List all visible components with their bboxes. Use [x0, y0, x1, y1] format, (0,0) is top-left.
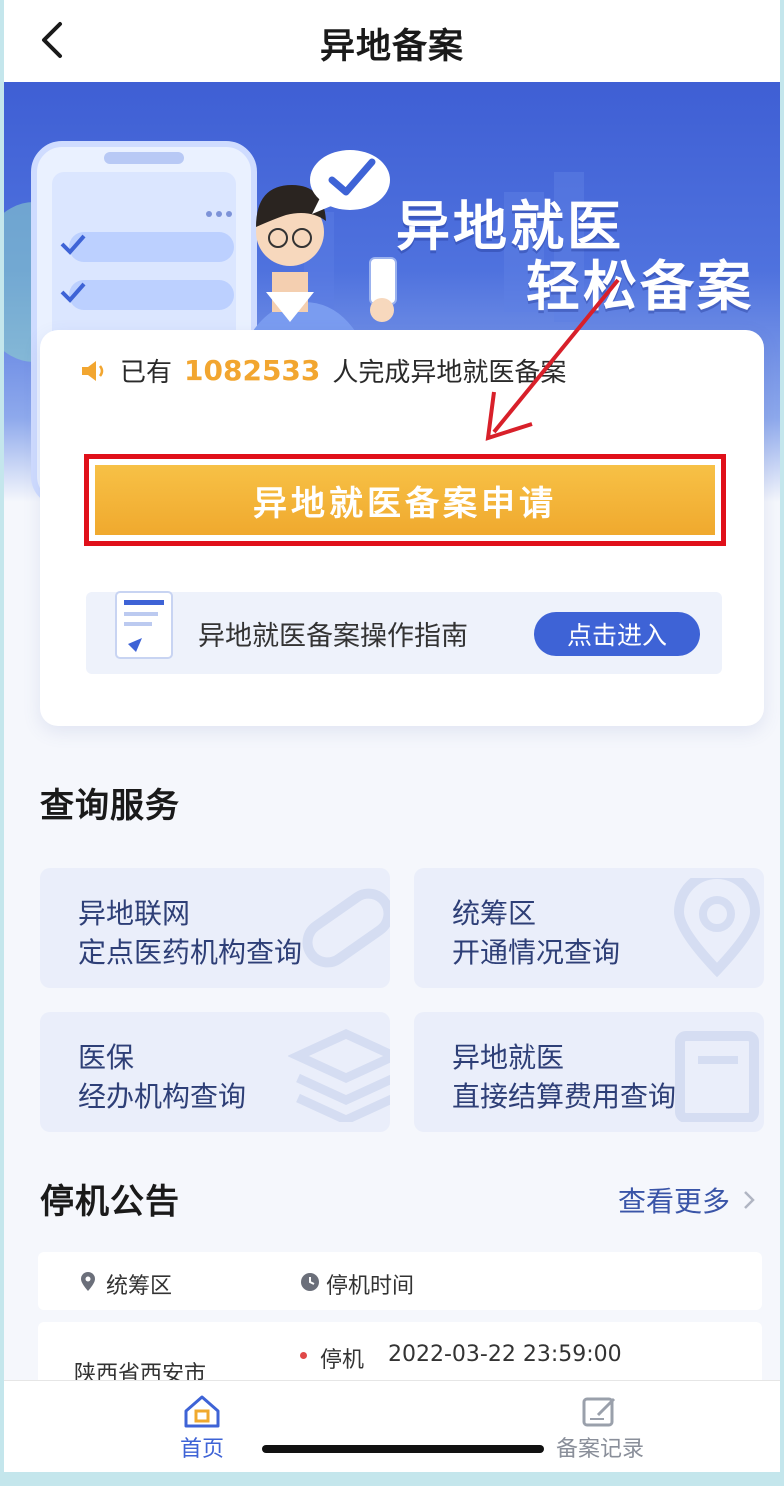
receipt-icon — [675, 1031, 759, 1122]
home-icon — [184, 1395, 220, 1428]
location-pin-icon — [81, 1272, 95, 1291]
service-line1: 统筹区 — [452, 897, 537, 930]
service-line2: 经办机构查询 — [78, 1080, 247, 1113]
document-icon — [115, 591, 173, 659]
chevron-right-icon — [744, 1191, 755, 1209]
speaker-icon — [82, 360, 104, 381]
tab-home[interactable]: 首页 — [142, 1393, 262, 1463]
status-dot — [300, 1352, 307, 1359]
tab-home-label: 首页 — [179, 1437, 224, 1462]
nav-bar: 异地备案 — [4, 0, 780, 82]
guide-banner[interactable]: 异地就医备案操作指南 点击进入 — [86, 591, 722, 674]
row-time: 2022-03-22 23:59:00 — [388, 1342, 622, 1367]
guide-text: 异地就医备案操作指南 — [198, 621, 468, 652]
view-more-link[interactable]: 查看更多 — [618, 1180, 756, 1220]
notice-prefix: 已有 — [120, 358, 173, 388]
service-settlement-fees[interactable]: 异地就医 直接结算费用查询 — [414, 1012, 764, 1132]
tab-records-label: 备案记录 — [555, 1437, 644, 1462]
outage-section-title: 停机公告 — [40, 1182, 180, 1222]
col-region: 统筹区 — [106, 1274, 173, 1299]
edit-record-icon — [582, 1397, 616, 1427]
pill-icon — [302, 888, 390, 968]
notice-count: 1082533 — [184, 354, 321, 387]
clock-icon — [301, 1273, 319, 1291]
service-line1: 异地就医 — [452, 1041, 565, 1074]
tab-bar: 首页 备案记录 — [4, 1380, 780, 1472]
service-line2: 定点医药机构查询 — [78, 936, 303, 969]
tab-records[interactable]: 备案记录 — [540, 1393, 660, 1463]
layers-icon — [288, 1029, 390, 1122]
service-region-status[interactable]: 统筹区 开通情况查询 — [414, 868, 764, 988]
view-more-label: 查看更多 — [617, 1185, 730, 1218]
query-section-title: 查询服务 — [40, 786, 180, 826]
location-pin-icon — [673, 878, 761, 978]
guide-enter-button[interactable]: 点击进入 — [534, 612, 700, 656]
row-label: 停机 — [320, 1348, 365, 1373]
service-line1: 异地联网 — [78, 897, 191, 930]
service-line2: 开通情况查询 — [452, 936, 621, 969]
annotation-arrow — [485, 278, 620, 441]
service-designated-institutions[interactable]: 异地联网 定点医药机构查询 — [40, 868, 390, 988]
home-indicator — [262, 1445, 544, 1453]
service-line2: 直接结算费用查询 — [452, 1080, 677, 1113]
outage-table-header: 统筹区 停机时间 — [38, 1252, 762, 1310]
service-agencies[interactable]: 医保 经办机构查询 — [40, 1012, 390, 1132]
service-line1: 医保 — [78, 1041, 135, 1074]
col-time: 停机时间 — [326, 1274, 415, 1299]
screen: 异地备案 异地就医 轻松备案 已有 1082533 人完成异地就医备案 异地就医… — [4, 0, 780, 1472]
page-title: 异地备案 — [319, 27, 464, 67]
apply-button[interactable]: 异地就医备案申请 — [95, 465, 715, 535]
